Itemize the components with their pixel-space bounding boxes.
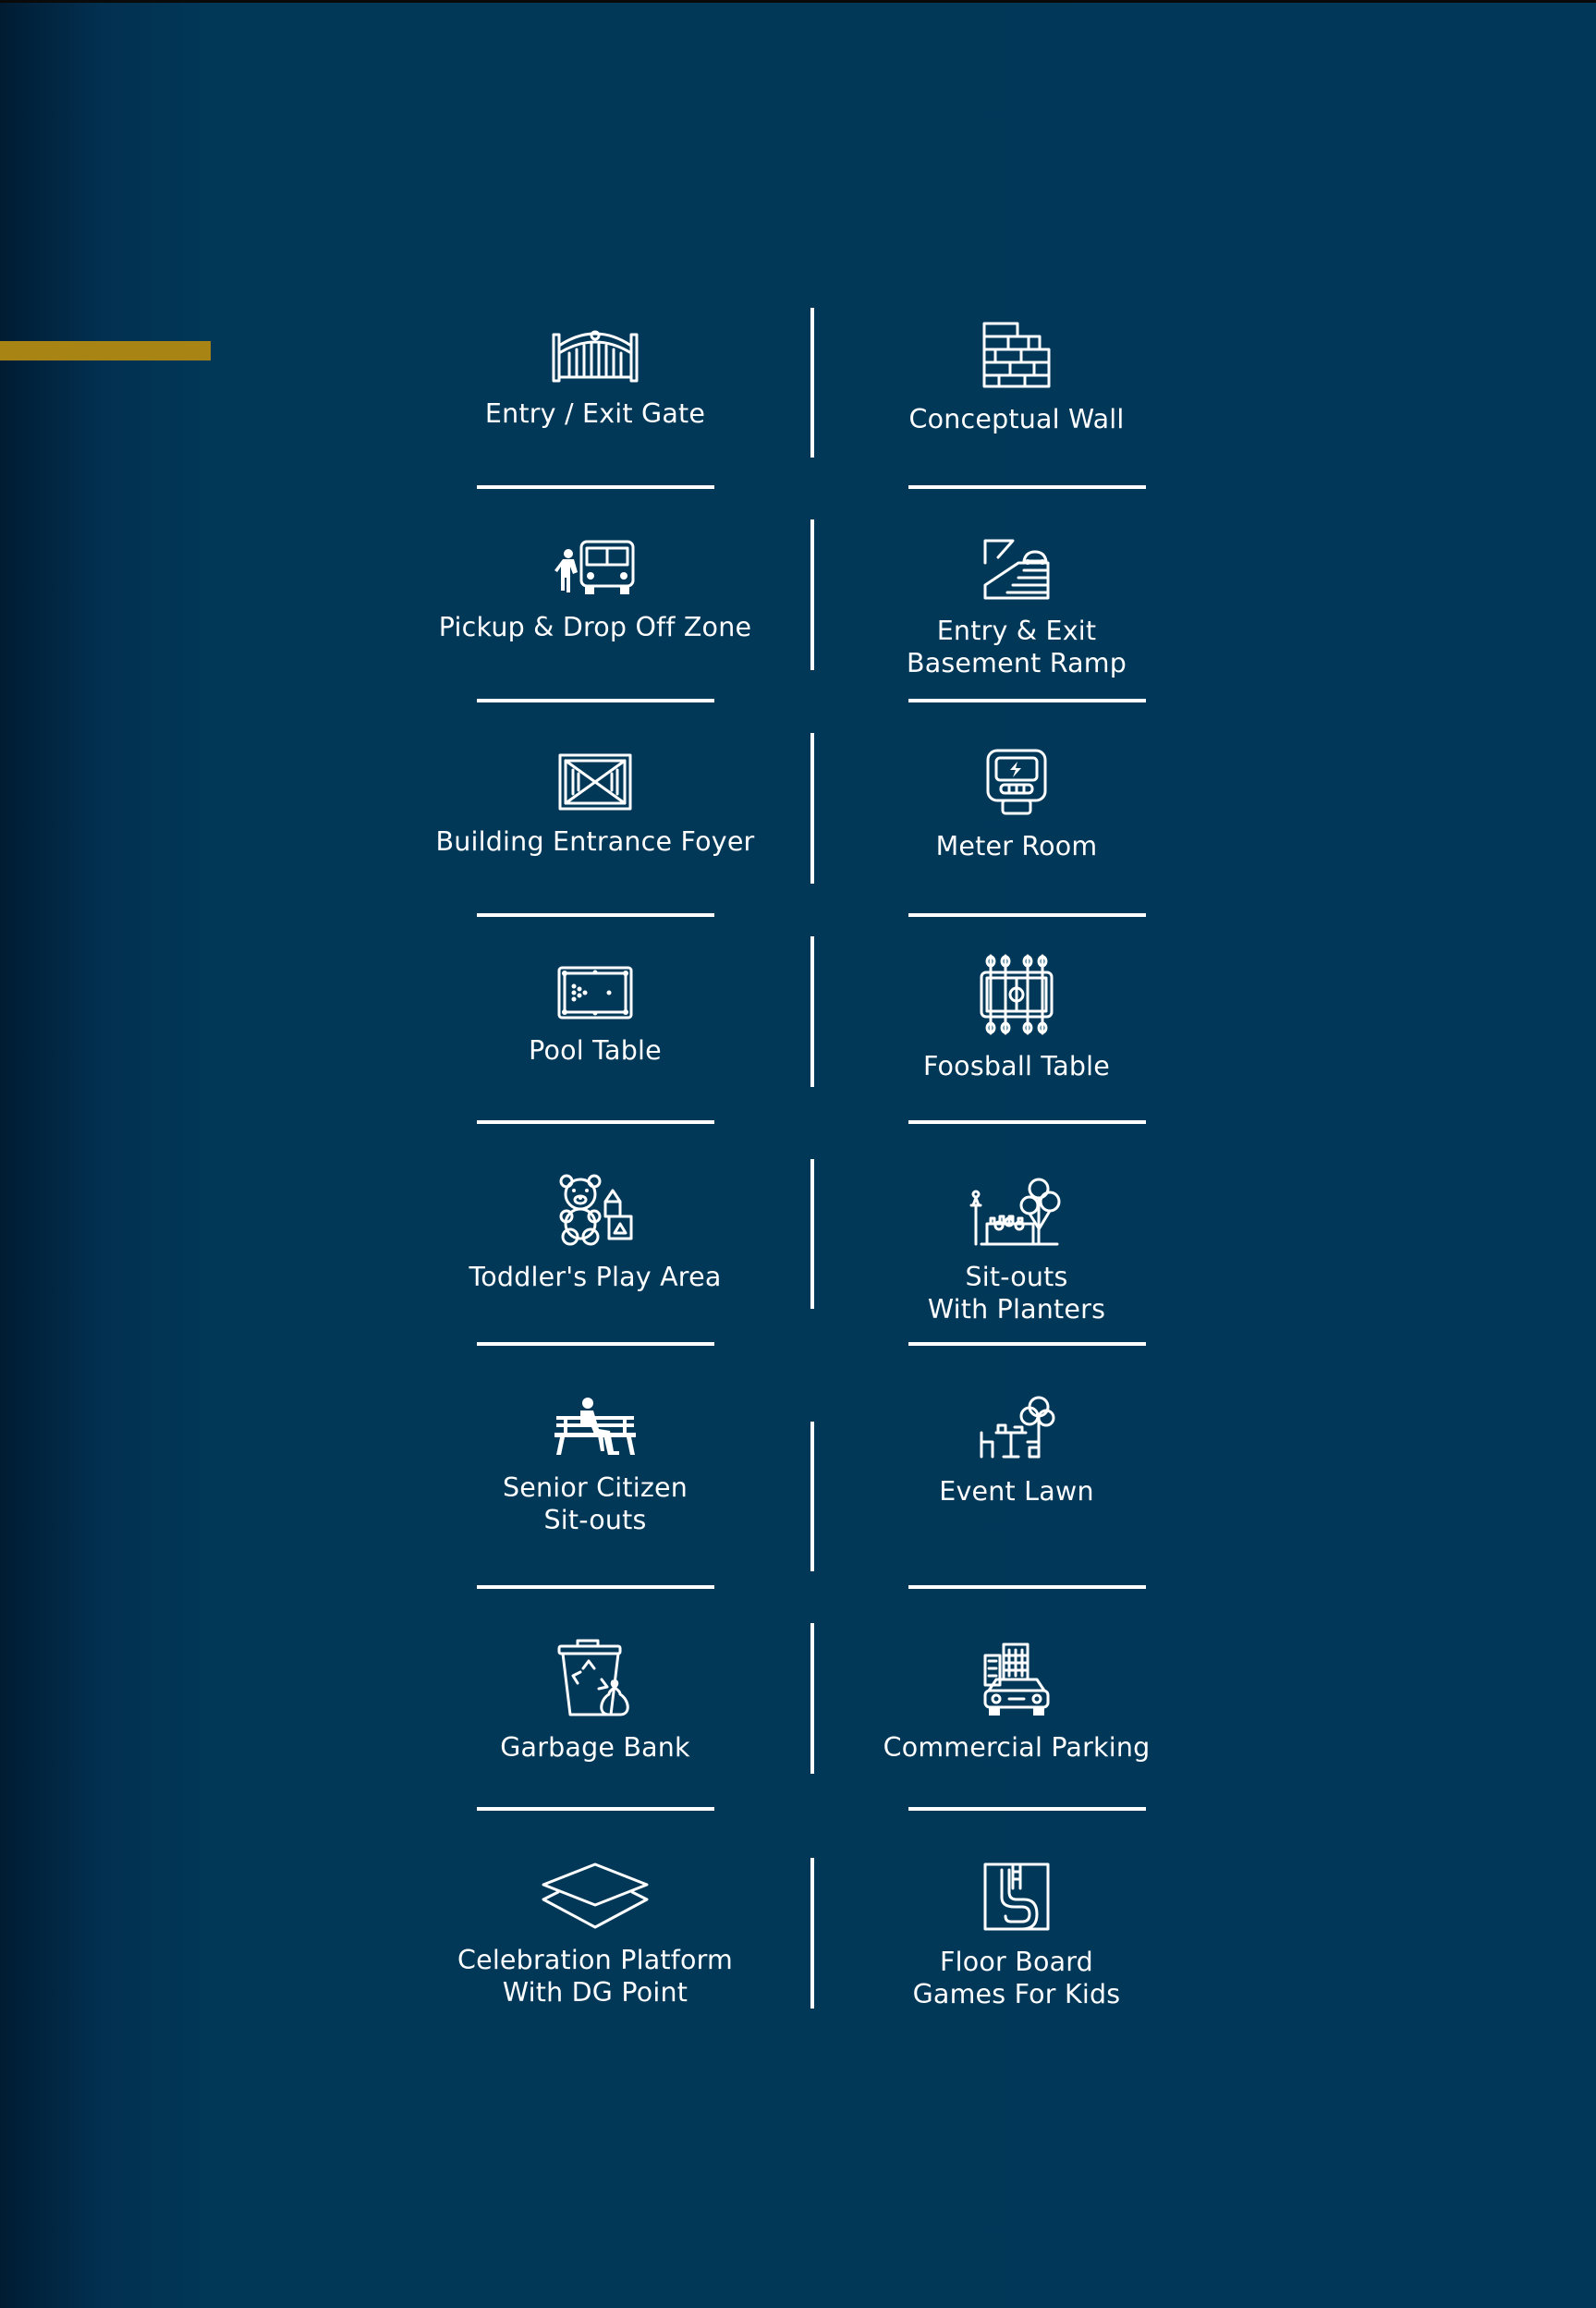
- top-border: [0, 0, 1596, 3]
- teddy-bear-icon: [559, 1174, 633, 1246]
- amenity-event-lawn: Event Lawn: [822, 1396, 1211, 1508]
- row-divider: [477, 1585, 714, 1589]
- amenity-pickup-drop-off-zone: Pickup & Drop Off Zone: [401, 539, 789, 643]
- column-divider: [810, 1159, 814, 1309]
- amenity-building-entrance-foyer: Building Entrance Foyer: [401, 753, 789, 858]
- foosball-table-icon: [980, 954, 1054, 1035]
- column-divider: [810, 519, 814, 670]
- amenity-meter-room: Meter Room: [822, 749, 1211, 862]
- amenity-foosball-table: Foosball Table: [822, 954, 1211, 1082]
- row-divider: [908, 1342, 1146, 1346]
- amenity-floor-board-games: Floor Board Games For Kids: [822, 1862, 1211, 2010]
- amenity-toddlers-play-area: Toddler's Play Area: [401, 1174, 789, 1293]
- event-lawn-icon: [980, 1396, 1055, 1459]
- amenity-label: Senior Citizen Sit-outs: [502, 1472, 688, 1535]
- pool-table-icon: [557, 966, 633, 1020]
- column-divider: [810, 936, 814, 1087]
- floor-game-icon: [983, 1862, 1050, 1931]
- amenity-commercial-parking: Commercial Parking: [822, 1642, 1211, 1764]
- amenity-label: Floor Board Games For Kids: [912, 1947, 1121, 2009]
- row-divider: [908, 485, 1146, 489]
- ramp-icon: [983, 539, 1050, 600]
- amenity-conceptual-wall: Conceptual Wall: [822, 322, 1211, 435]
- amenity-label: Commercial Parking: [883, 1732, 1151, 1763]
- row-divider: [477, 1807, 714, 1811]
- amenity-label: Foosball Table: [922, 1051, 1111, 1081]
- gold-accent-bar: [0, 341, 211, 360]
- park-bench-icon: [554, 1398, 636, 1455]
- row-divider: [477, 699, 714, 702]
- amenity-label: Pool Table: [529, 1035, 662, 1066]
- column-divider: [810, 1858, 814, 2009]
- row-divider: [477, 1120, 714, 1124]
- amenity-label: Entry / Exit Gate: [484, 398, 706, 429]
- row-divider: [477, 913, 714, 917]
- park-planters-icon: [969, 1178, 1061, 1246]
- electric-meter-icon: [986, 749, 1047, 815]
- amenity-label: Celebration Platform With DG Point: [457, 1945, 733, 2008]
- amenity-senior-citizen-sit-outs: Senior Citizen Sit-outs: [401, 1396, 789, 1536]
- amenity-entry-exit-gate: Entry / Exit Gate: [401, 325, 789, 430]
- row-divider: [908, 913, 1146, 917]
- row-divider: [477, 485, 714, 489]
- column-divider: [810, 733, 814, 884]
- amenity-label: Entry & Exit Basement Ramp: [906, 616, 1127, 678]
- brick-wall-icon: [982, 322, 1051, 388]
- row-divider: [908, 1585, 1146, 1589]
- garbage-bin-icon: [557, 1639, 629, 1716]
- parking-car-icon: [983, 1642, 1050, 1716]
- row-divider: [477, 1342, 714, 1346]
- amenity-pool-table: Pool Table: [401, 966, 789, 1067]
- amenity-label: Meter Room: [935, 831, 1098, 861]
- amenity-label: Garbage Bank: [500, 1732, 690, 1763]
- school-bus-icon: [554, 540, 635, 594]
- row-divider: [908, 1120, 1146, 1124]
- row-divider: [908, 699, 1146, 702]
- row-divider: [908, 1807, 1146, 1811]
- amenity-label: Pickup & Drop Off Zone: [438, 612, 752, 642]
- foyer-icon: [558, 753, 632, 811]
- column-divider: [810, 1623, 814, 1774]
- amenity-basement-ramp: Entry & Exit Basement Ramp: [822, 539, 1211, 679]
- amenity-label: Event Lawn: [939, 1476, 1094, 1507]
- amenity-celebration-platform: Celebration Platform With DG Point: [401, 1862, 789, 2009]
- column-divider: [810, 308, 814, 458]
- platform-layers-icon: [542, 1862, 649, 1929]
- amenity-sit-outs-planters: Sit-outs With Planters: [822, 1178, 1211, 1325]
- column-divider: [810, 1422, 814, 1571]
- amenity-label: Conceptual Wall: [908, 404, 1125, 434]
- amenity-label: Sit-outs With Planters: [927, 1262, 1106, 1325]
- amenity-label: Building Entrance Foyer: [435, 826, 755, 857]
- amenity-garbage-bank: Garbage Bank: [401, 1639, 789, 1764]
- amenity-label: Toddler's Play Area: [469, 1262, 722, 1292]
- gate-icon: [552, 330, 639, 383]
